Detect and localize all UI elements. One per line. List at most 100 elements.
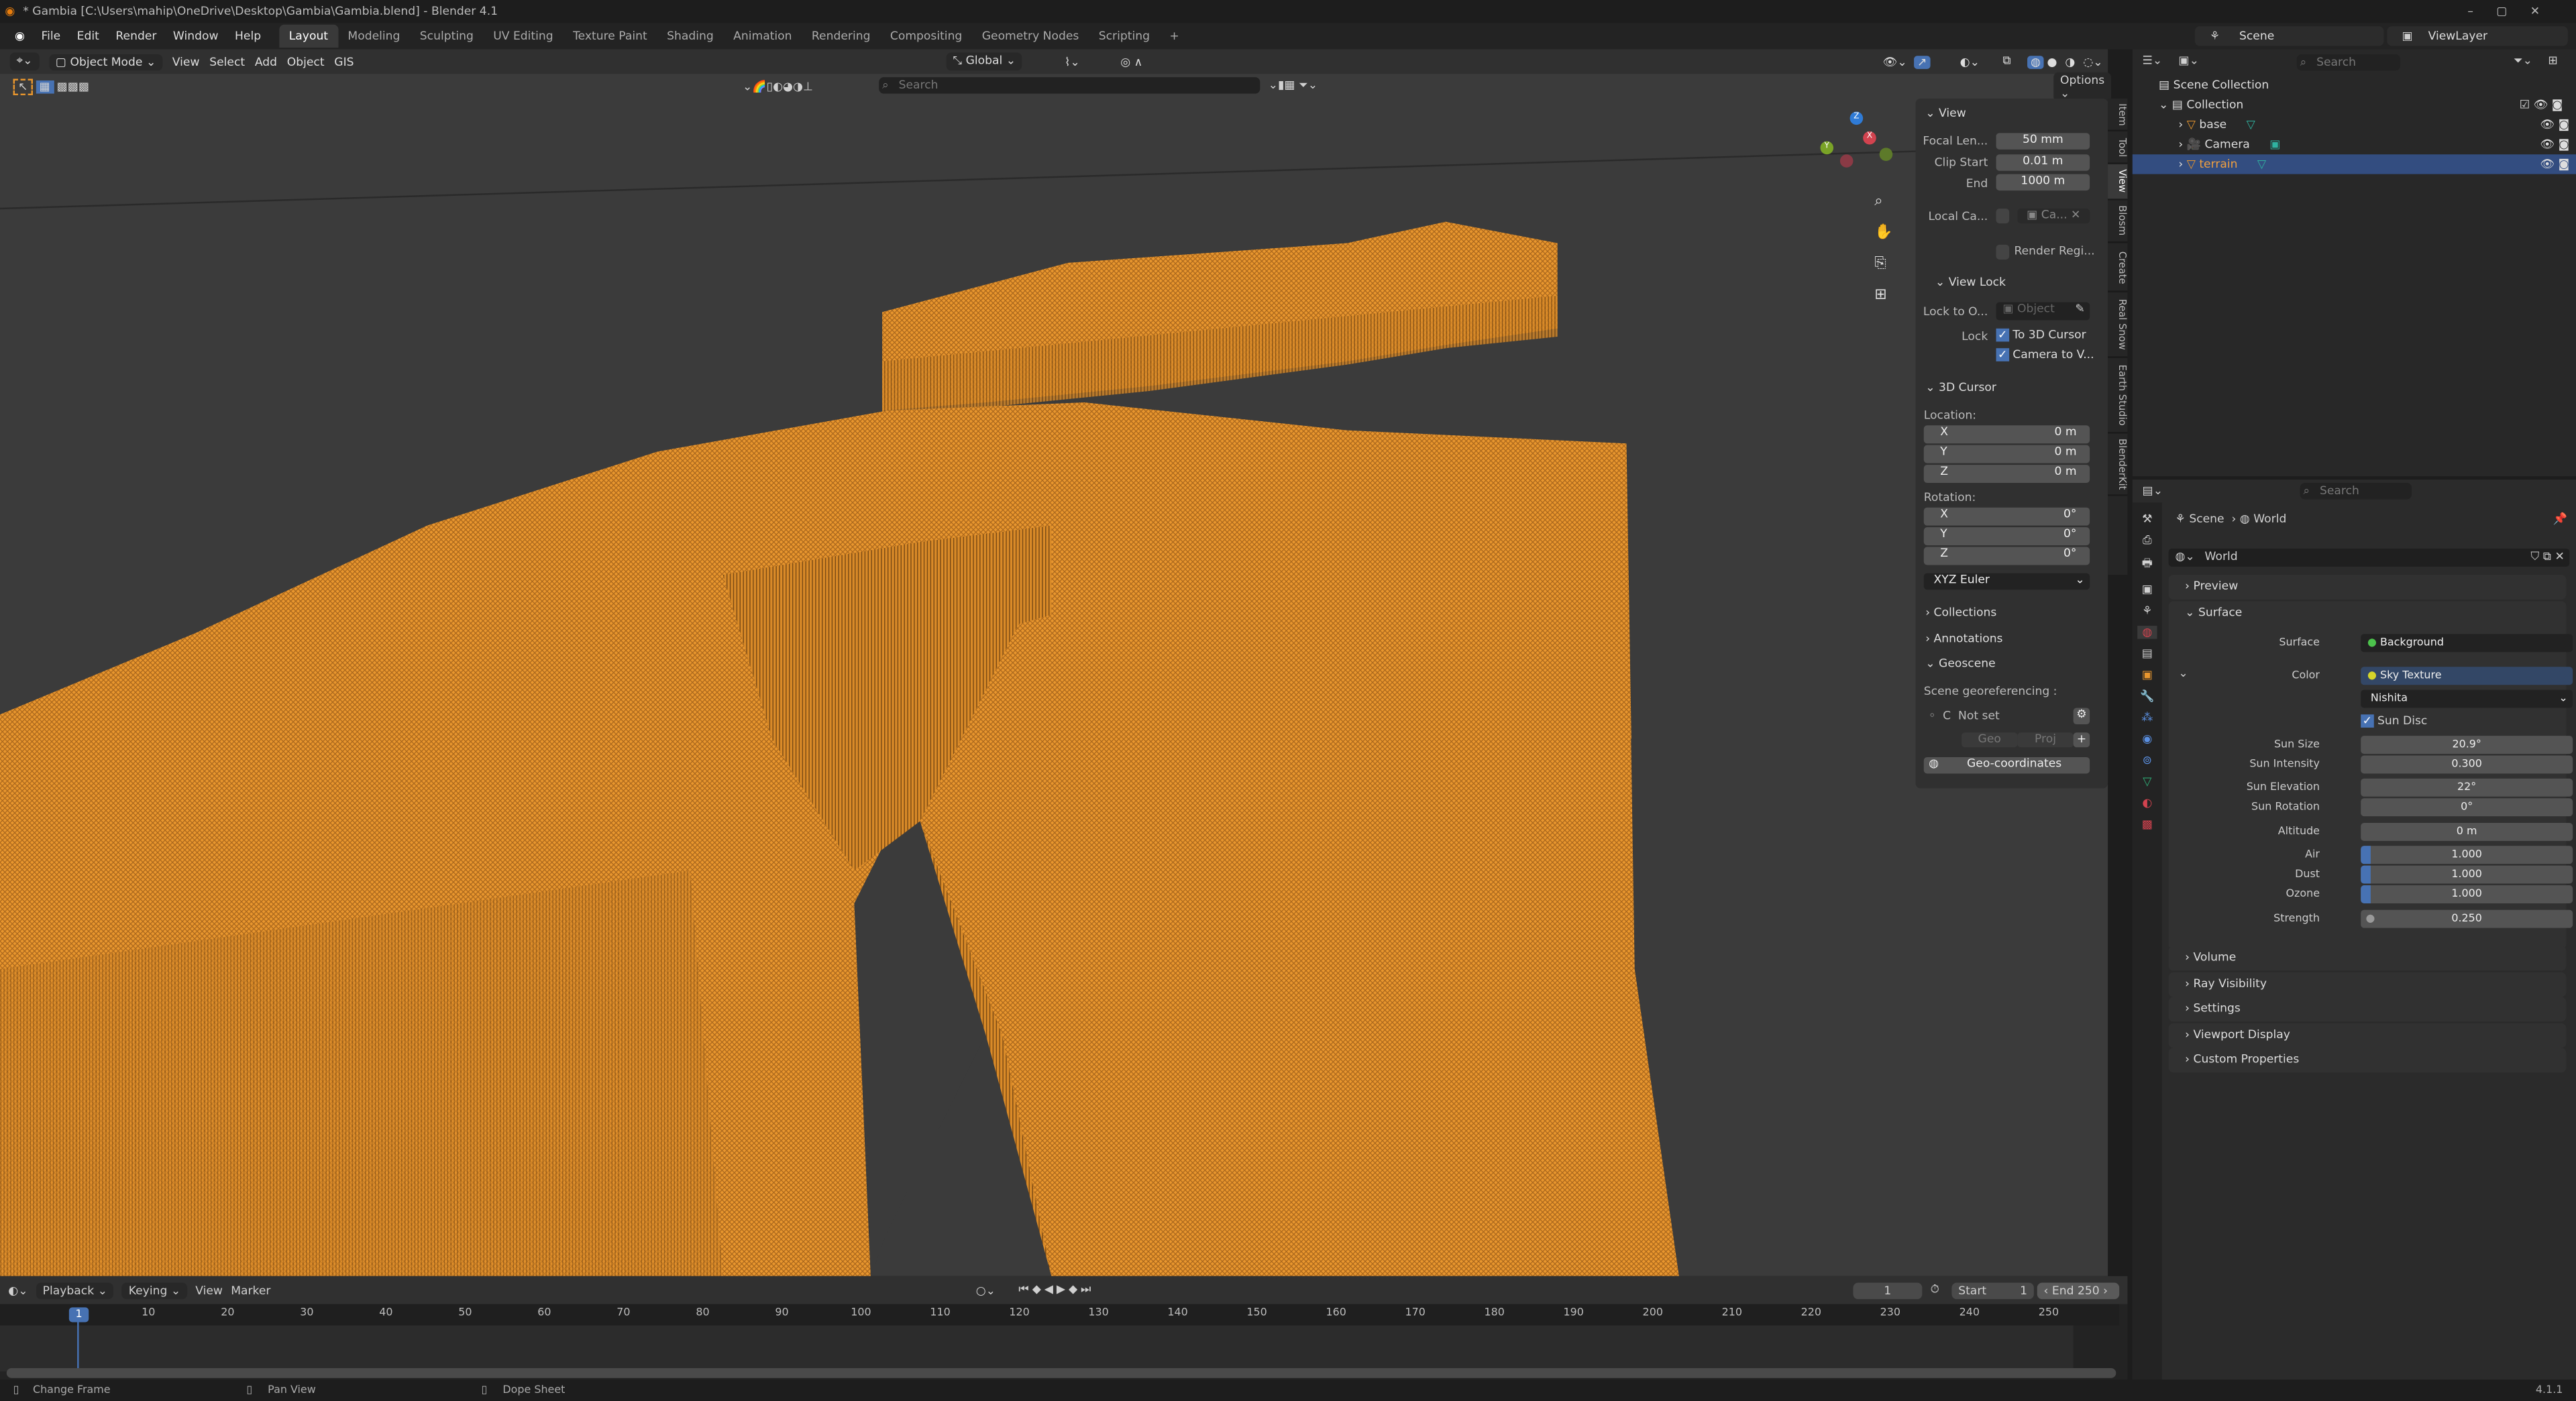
collection-tab-icon[interactable]: ▤ bbox=[2142, 647, 2153, 661]
navigation-gizmo[interactable]: Z X Y bbox=[1817, 111, 1899, 194]
timeline-track-area[interactable] bbox=[0, 1325, 2074, 1371]
playback-menu[interactable]: Playback ⌄ bbox=[36, 1282, 114, 1298]
physics-tab-icon[interactable]: ◉ bbox=[2142, 732, 2152, 746]
keying-menu[interactable]: Keying ⌄ bbox=[121, 1282, 187, 1298]
outliner-display-mode-icon[interactable]: ☰⌄ bbox=[2142, 54, 2162, 68]
surface-shader-field[interactable]: ● Background bbox=[2361, 634, 2573, 653]
tab-texture-paint[interactable]: Texture Paint bbox=[563, 25, 657, 48]
menu-gis[interactable]: GIS bbox=[334, 55, 354, 68]
camera-view-icon[interactable]: ⎘ bbox=[1874, 256, 1886, 272]
window-controls[interactable]: –▢✕ bbox=[2467, 0, 2563, 23]
annotations-header[interactable]: › Annotations bbox=[1925, 632, 2002, 646]
ray-visibility-panel[interactable]: › Ray Visibility bbox=[2168, 972, 2567, 997]
rotation-x-field[interactable]: X 0° bbox=[1923, 507, 2090, 526]
scene-tab-icon[interactable]: ⚘ bbox=[2142, 604, 2152, 618]
end-frame-field[interactable]: ‹ End 250 › bbox=[2037, 1282, 2120, 1298]
sidebar-tab-view[interactable]: View bbox=[2108, 164, 2128, 201]
geoscene-header[interactable]: ⌄ Geoscene bbox=[1925, 657, 1995, 671]
sidebar-tab-item[interactable]: Item bbox=[2108, 99, 2128, 131]
blender-menu-icon[interactable]: ◉ bbox=[7, 30, 33, 43]
gizmo-z-axis[interactable]: Z bbox=[1849, 111, 1864, 125]
gizmo-x-axis[interactable]: X bbox=[1863, 131, 1876, 145]
timeline-scrollbar[interactable] bbox=[6, 1368, 2116, 1378]
tab-animation[interactable]: Animation bbox=[723, 25, 802, 48]
auto-keying-toggle[interactable]: ○⌄ bbox=[976, 1284, 996, 1297]
bookmark-filter-icons[interactable]: ⌄▮▦ ⏷⌄ bbox=[1269, 79, 1318, 94]
tab-compositing[interactable]: Compositing bbox=[880, 25, 972, 48]
add-workspace-icon[interactable]: + bbox=[1160, 25, 1189, 48]
view-lock-header[interactable]: ⌄ View Lock bbox=[1935, 276, 2006, 289]
local-camera-field[interactable]: ▣ Ca... ✕ bbox=[2017, 209, 2090, 224]
menu-file[interactable]: File bbox=[33, 30, 68, 43]
expand-chevron-icon[interactable]: › bbox=[2178, 158, 2186, 171]
sun-elevation-field[interactable]: 22° bbox=[2361, 778, 2573, 797]
pan-hand-icon[interactable]: ✋ bbox=[1874, 225, 1892, 241]
constraints-tab-icon[interactable]: ⊚ bbox=[2143, 754, 2152, 767]
sky-type-dropdown[interactable]: Nishita ⌄ bbox=[2361, 689, 2573, 708]
eyedropper-icon[interactable]: ✎ bbox=[2075, 302, 2084, 316]
tab-scripting[interactable]: Scripting bbox=[1089, 25, 1160, 48]
pin-icon[interactable]: 📌 bbox=[2553, 512, 2567, 526]
outliner-item-camera[interactable]: › 🎥 Camera ▣ 👁 ◙ bbox=[2133, 135, 2576, 154]
stopwatch-icon[interactable]: ⏱ bbox=[1931, 1283, 1939, 1298]
tab-modeling[interactable]: Modeling bbox=[338, 25, 410, 48]
tab-shading[interactable]: Shading bbox=[657, 25, 723, 48]
custom-properties-panel[interactable]: › Custom Properties bbox=[2168, 1048, 2567, 1073]
menu-add[interactable]: Add bbox=[255, 55, 277, 68]
visibility-toggles[interactable]: 👁 ◙ bbox=[2540, 154, 2569, 174]
sidebar-tab-tool[interactable]: Tool bbox=[2108, 131, 2128, 164]
focal-length-field[interactable]: 50 mm bbox=[1996, 133, 2090, 150]
geo-button[interactable]: Geo bbox=[1962, 732, 2018, 748]
tab-layout[interactable]: Layout bbox=[279, 24, 338, 48]
options-button[interactable]: Options ⌄ bbox=[2053, 71, 2112, 101]
location-x-field[interactable]: X 0 m bbox=[1923, 425, 2090, 444]
sidebar-tab-blenderkit[interactable]: BlenderKit bbox=[2108, 434, 2128, 496]
geoscene-settings-gear-icon[interactable]: ⚙ bbox=[2073, 708, 2090, 725]
sidebar-tab-create[interactable]: Create bbox=[2108, 243, 2128, 292]
proj-button[interactable]: Proj bbox=[2017, 732, 2074, 748]
orientation-selector[interactable]: ⤡ Global ⌄ bbox=[946, 52, 1022, 71]
select-tool-icon[interactable]: ↖ bbox=[13, 78, 33, 95]
filter-icon[interactable]: ⏷⌄ bbox=[2514, 54, 2532, 69]
visibility-toggles[interactable]: 👁 ◙ bbox=[2540, 115, 2569, 134]
scene-collection-row[interactable]: ▤ Scene Collection bbox=[2159, 76, 2269, 95]
dust-field[interactable]: 1.000 bbox=[2361, 865, 2573, 884]
ozone-field[interactable]: 1.000 bbox=[2361, 885, 2573, 903]
shading-material-icon[interactable]: ◑ bbox=[2065, 55, 2075, 68]
visibility-toggles[interactable]: ☑ 👁 ◙ bbox=[2520, 95, 2563, 115]
outliner-filter-layer-icon[interactable]: ▣⌄ bbox=[2178, 54, 2199, 68]
tab-sculpting[interactable]: Sculpting bbox=[410, 25, 483, 48]
data-tab-icon[interactable]: ▽ bbox=[2143, 775, 2151, 789]
object-data-icon[interactable]: ▣ bbox=[2269, 138, 2280, 152]
object-data-icon[interactable]: ▽ bbox=[2257, 158, 2266, 171]
menu-render[interactable]: Render bbox=[107, 30, 165, 43]
marker-menu[interactable]: Marker bbox=[231, 1284, 270, 1297]
texture-tab-icon[interactable]: ▩ bbox=[2142, 818, 2153, 832]
timeline-view-menu[interactable]: View bbox=[195, 1284, 223, 1297]
gizmo-toggle-icon[interactable]: ↗ bbox=[1914, 55, 1931, 68]
outliner-item-terrain[interactable]: › ▽ terrain ▽ 👁 ◙ bbox=[2132, 154, 2576, 174]
shading-solid-icon[interactable]: ● bbox=[2047, 55, 2057, 68]
outliner-item-base[interactable]: › ▽ base ▽ 👁 ◙ bbox=[2133, 115, 2576, 134]
outliner-search-input[interactable]: ⌕ Search bbox=[2296, 54, 2400, 71]
world-tab-icon[interactable]: ◍ bbox=[2137, 626, 2157, 639]
view-layer-tab-icon[interactable]: ▣ bbox=[2142, 583, 2153, 596]
object-tab-icon[interactable]: ▣ bbox=[2142, 669, 2153, 682]
properties-editor-type-icon[interactable]: ▤⌄ bbox=[2142, 484, 2163, 498]
fake-user-copy-delete-icons[interactable]: ⛉ ⧉ ✕ bbox=[2530, 549, 2564, 567]
proportional-icon[interactable]: ◎ ∧ bbox=[1120, 55, 1142, 68]
perspective-grid-icon[interactable]: ⊞ bbox=[1874, 288, 1886, 304]
local-camera-checkbox[interactable] bbox=[1996, 209, 2010, 224]
settings-panel[interactable]: › Settings bbox=[2168, 997, 2567, 1022]
expand-chevron-icon[interactable]: › bbox=[2178, 118, 2186, 131]
sidebar-tab-earth-studio[interactable]: Earth Studio bbox=[2108, 358, 2128, 434]
gizmo-y-axis[interactable]: Y bbox=[1820, 141, 1834, 155]
timeline-editor-icon[interactable]: ◐⌄ bbox=[8, 1284, 28, 1297]
collection-row[interactable]: ⌄ ▤ Collection ☑ 👁 ◙ bbox=[2159, 95, 2569, 115]
shading-rendered-icon[interactable]: ◌⌄ bbox=[2083, 55, 2102, 68]
select-box-icon[interactable]: ▦ bbox=[36, 79, 54, 93]
visibility-toggles[interactable]: 👁 ◙ bbox=[2540, 135, 2569, 154]
editor-type-icon[interactable]: ⌖⌄ bbox=[9, 52, 40, 71]
object-data-icon[interactable]: ▽ bbox=[2247, 118, 2255, 131]
viewport-display-panel[interactable]: › Viewport Display bbox=[2168, 1023, 2567, 1048]
